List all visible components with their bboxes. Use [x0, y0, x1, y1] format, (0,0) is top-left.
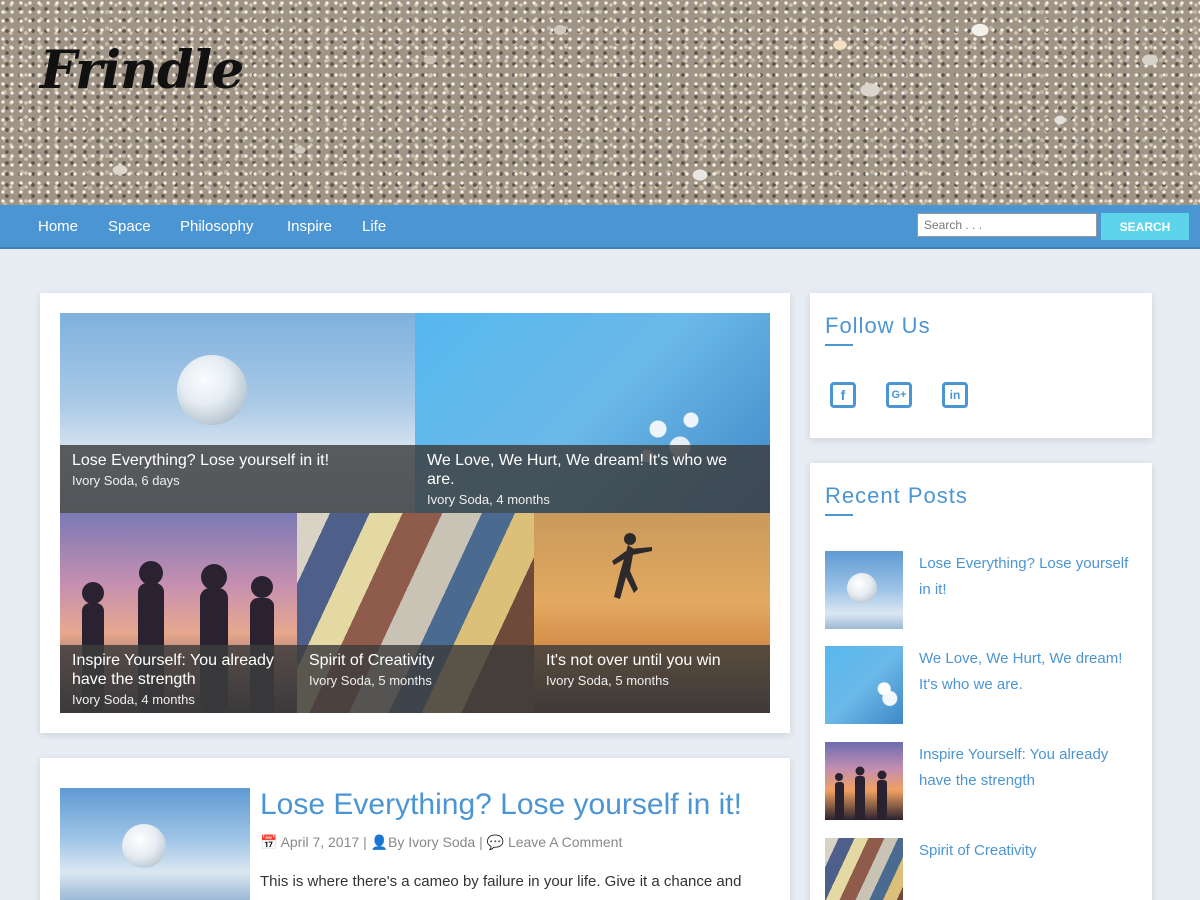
header-banner: Frindle — [0, 0, 1200, 205]
recent-post-thumbnail[interactable] — [825, 551, 903, 629]
silhouettes-image — [835, 766, 887, 820]
tile-caption: Lose Everything? Lose yourself in it! Iv… — [60, 445, 415, 513]
widget-underline — [825, 344, 853, 346]
meta-separator: | — [363, 834, 367, 850]
recent-post-link[interactable]: Inspire Yourself: You already have the s… — [919, 742, 1134, 794]
post-comments-link[interactable]: Leave A Comment — [508, 834, 622, 850]
post-author[interactable]: By Ivory Soda — [388, 834, 475, 850]
tile-meta: Ivory Soda, 4 months — [427, 492, 550, 507]
tile-title[interactable]: We Love, We Hurt, We dream! It's who we … — [427, 451, 758, 489]
widget-title: Recent Posts — [825, 483, 968, 508]
tile-meta: Ivory Soda, 5 months — [309, 673, 432, 688]
user-icon: 👤 — [370, 834, 389, 850]
recent-post-link[interactable]: Spirit of Creativity — [919, 838, 1134, 864]
comment-icon: 💬 — [486, 834, 505, 850]
nav-item-philosophy[interactable]: Philosophy — [180, 218, 253, 235]
recent-post-thumbnail[interactable] — [825, 646, 903, 724]
calendar-icon: 📅 — [260, 834, 278, 850]
google-plus-icon[interactable]: G+ — [886, 382, 912, 408]
widget-underline — [825, 514, 853, 516]
bubble-image — [177, 355, 247, 425]
heart-image — [873, 676, 901, 708]
featured-tile[interactable]: We Love, We Hurt, We dream! It's who we … — [415, 313, 770, 513]
tile-caption: We Love, We Hurt, We dream! It's who we … — [415, 445, 770, 513]
post-excerpt: This is where there's a cameo by failure… — [260, 873, 742, 890]
meta-separator: | — [479, 834, 483, 850]
tile-title[interactable]: Lose Everything? Lose yourself in it! — [72, 451, 403, 470]
tile-meta: Ivory Soda, 4 months — [72, 692, 195, 707]
nav-item-life[interactable]: Life — [362, 218, 386, 235]
widget-title: Follow Us — [825, 313, 931, 338]
tile-title[interactable]: Inspire Yourself: You already have the s… — [72, 651, 285, 689]
recent-post-link[interactable]: Lose Everything? Lose yourself in it! — [919, 551, 1134, 603]
site-logo[interactable]: Frindle — [40, 40, 244, 101]
featured-tile[interactable]: It's not over until you win Ivory Soda, … — [534, 513, 770, 713]
nav-item-space[interactable]: Space — [108, 218, 151, 235]
post-date[interactable]: April 7, 2017 — [281, 834, 360, 850]
tile-caption: Spirit of Creativity Ivory Soda, 5 month… — [297, 645, 534, 713]
featured-tile[interactable]: Lose Everything? Lose yourself in it! Iv… — [60, 313, 415, 513]
featured-tile[interactable]: Inspire Yourself: You already have the s… — [60, 513, 297, 713]
bubble-image — [847, 573, 877, 603]
recent-post-thumbnail[interactable] — [825, 742, 903, 820]
tile-caption: Inspire Yourself: You already have the s… — [60, 645, 297, 713]
follow-widget: Follow Us f G+ in — [810, 293, 1152, 438]
tile-meta: Ivory Soda, 5 months — [546, 673, 669, 688]
post-thumbnail[interactable] — [60, 788, 250, 900]
nav-item-home[interactable]: Home — [38, 218, 78, 235]
facebook-icon[interactable]: f — [830, 382, 856, 408]
linkedin-icon[interactable]: in — [942, 382, 968, 408]
bubble-image — [122, 824, 166, 868]
tile-title[interactable]: It's not over until you win — [546, 651, 758, 670]
post-meta: 📅 April 7, 2017 | 👤By Ivory Soda | 💬 Lea… — [260, 834, 622, 851]
tile-meta: Ivory Soda, 6 days — [72, 473, 180, 488]
search-input[interactable] — [917, 213, 1097, 237]
recent-post-link[interactable]: We Love, We Hurt, We dream! It's who we … — [919, 646, 1134, 698]
tile-caption: It's not over until you win Ivory Soda, … — [534, 645, 770, 713]
nav-item-inspire[interactable]: Inspire — [287, 218, 332, 235]
recent-post-thumbnail[interactable] — [825, 838, 903, 900]
featured-card: Lose Everything? Lose yourself in it! Iv… — [40, 293, 790, 733]
search-button[interactable]: Search — [1101, 213, 1189, 240]
post-title[interactable]: Lose Everything? Lose yourself in it! — [260, 788, 742, 822]
featured-tile[interactable]: Spirit of Creativity Ivory Soda, 5 month… — [297, 513, 534, 713]
tile-title[interactable]: Spirit of Creativity — [309, 651, 522, 670]
